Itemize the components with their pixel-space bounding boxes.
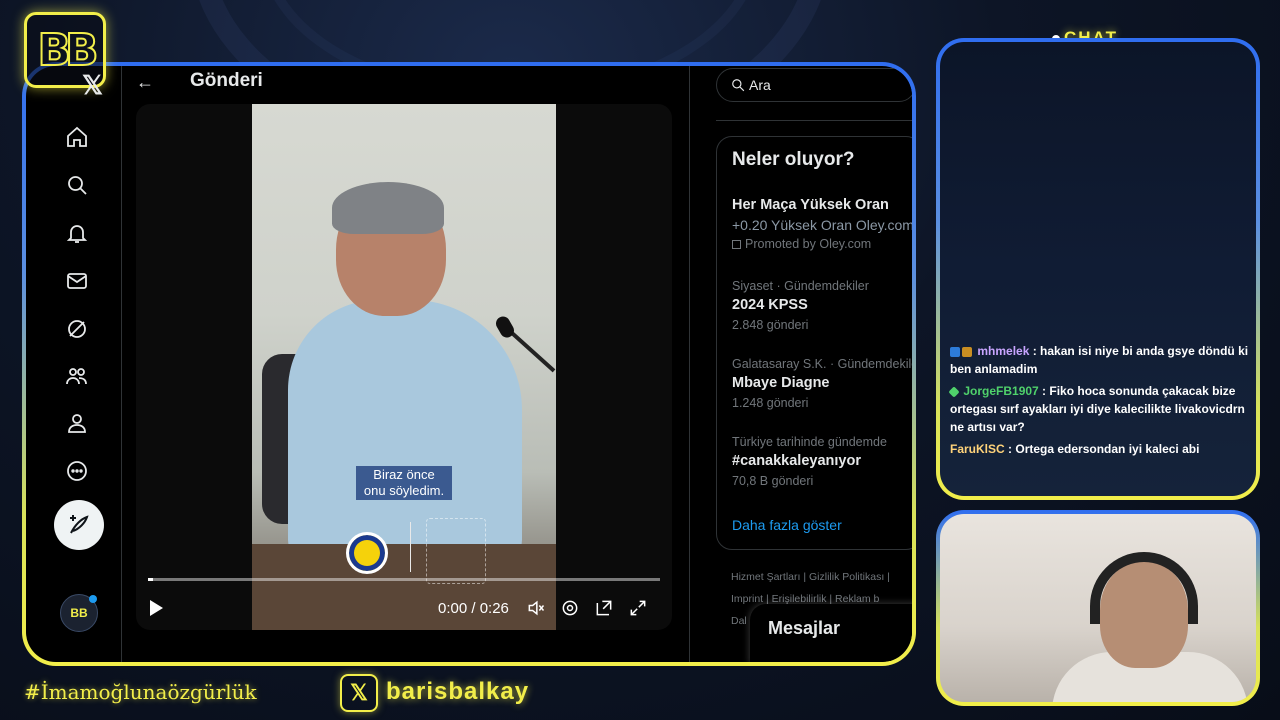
- compose-post-button[interactable]: [54, 500, 104, 550]
- account-avatar[interactable]: BB: [60, 594, 98, 632]
- more-icon[interactable]: [58, 452, 96, 490]
- promoted-icon: [732, 240, 741, 250]
- search-icon: [731, 78, 745, 97]
- page-title: Gönderi: [190, 70, 263, 91]
- post-column: ← Gönderi Biraz önce onu söyledim. 0:00 …: [122, 66, 690, 662]
- settings-gear-icon[interactable]: [560, 598, 582, 620]
- chat-message: mhmelek : hakan isi niye bi anda gsye dö…: [950, 344, 1249, 376]
- webcam-feed: [940, 514, 1256, 702]
- chat-text: Ortega edersondan iyi kaleci abi: [1015, 442, 1200, 456]
- trend-item[interactable]: Siyaset · Gündemdekiler 2024 KPSS 2.848 …: [732, 277, 912, 335]
- trend-meta: Galatasaray S.K. · Gündemdekiler: [732, 357, 912, 371]
- video-progress-fill: [148, 578, 154, 581]
- subtitle-line-2: onu söyledim.: [363, 483, 445, 498]
- search-placeholder: Ara: [749, 77, 771, 93]
- messages-drawer[interactable]: Mesajlar: [750, 604, 912, 662]
- trend-name: #canakkaleyanıyor: [732, 453, 861, 469]
- video-time: 0:00 / 0:26: [438, 600, 509, 617]
- trend-item-promoted[interactable]: Her Maça Yüksek Oran +0.20 Yüksek Oran O…: [732, 195, 912, 253]
- video-subtitle: Biraz önce onu söyledim.: [356, 466, 452, 500]
- divider: [716, 120, 912, 121]
- messages-label: Mesajlar: [768, 618, 841, 638]
- trend-meta: Türkiye tarihinde gündemde: [732, 435, 887, 449]
- trend-name: Mbaye Diagne: [732, 375, 830, 391]
- show-more-link[interactable]: Daha fazla göster: [732, 517, 842, 533]
- fenerbahce-crest-icon: [346, 532, 388, 574]
- chat-panel-frame: mhmelek : hakan isi niye bi anda gsye dö…: [936, 38, 1260, 500]
- volume-icon[interactable]: [526, 598, 548, 620]
- diamond-badge-icon: [948, 386, 960, 398]
- profile-icon[interactable]: [58, 404, 96, 442]
- notification-dot: [89, 595, 97, 603]
- feather-plus-icon: [70, 515, 89, 534]
- post-header: ← Gönderi: [122, 66, 689, 102]
- person-hair: [332, 182, 444, 234]
- trend-name: Her Maça Yüksek Oran: [732, 197, 889, 213]
- chat-message: FaruKlSC : Ortega edersondan iyi kaleci …: [950, 442, 1200, 456]
- chat-message: JorgeFB1907 : Fiko hoca sonunda çakacak …: [948, 384, 1245, 434]
- trend-count: 2.848 gönderi: [732, 318, 809, 332]
- fullscreen-icon[interactable]: [628, 598, 650, 620]
- chat-username[interactable]: JorgeFB1907: [963, 384, 1038, 398]
- trend-meta: Siyaset · Gündemdekiler: [732, 279, 869, 293]
- search-icon[interactable]: [58, 166, 96, 204]
- trend-item[interactable]: Galatasaray S.K. · Gündemdekiler Mbaye D…: [732, 355, 912, 413]
- mail-icon[interactable]: [58, 262, 96, 300]
- left-nav: BB: [26, 66, 122, 662]
- trend-count: 1.248 gönderi: [732, 396, 809, 410]
- hashtag-text: #İmamoğlunaözgürlük: [24, 680, 257, 704]
- home-icon[interactable]: [58, 118, 96, 156]
- video-player[interactable]: Biraz önce onu söyledim. 0:00 / 0:26: [136, 104, 672, 630]
- video-progress-bar[interactable]: [148, 578, 660, 581]
- sub-badge-icon: [950, 346, 960, 357]
- bell-icon[interactable]: [58, 214, 96, 252]
- social-handle: barisbalkay: [386, 678, 530, 705]
- right-sidebar: Ara Neler oluyor? Her Maça Yüksek Oran +…: [706, 66, 912, 662]
- chat-messages: mhmelek : hakan isi niye bi anda gsye dö…: [948, 342, 1250, 462]
- trend-count: 70,8 B gönderi: [732, 474, 814, 488]
- play-icon[interactable]: [150, 600, 163, 616]
- headset-icon: [1090, 552, 1198, 624]
- x-logo-icon[interactable]: 𝕏: [82, 70, 103, 101]
- trends-title: Neler oluyor?: [732, 149, 855, 170]
- crown-badge-icon: [962, 346, 972, 357]
- footer-line-1[interactable]: Hizmet Şartları | Gizlilik Politikası |: [731, 566, 912, 588]
- trends-panel: Neler oluyor? Her Maça Yüksek Oran +0.20…: [716, 136, 912, 550]
- main-screen-frame: 𝕏 BB ← Gönderi Biraz önce onu söyledim. …: [22, 62, 916, 666]
- chat-username[interactable]: FaruKlSC: [950, 442, 1005, 456]
- chat-panel: mhmelek : hakan isi niye bi anda gsye dö…: [940, 42, 1256, 496]
- trend-item[interactable]: Türkiye tarihinde gündemde #canakkaleyan…: [732, 433, 912, 491]
- person-body: [288, 300, 522, 560]
- x-logo-icon: 𝕏: [340, 674, 378, 712]
- x-app-window: 𝕏 BB ← Gönderi Biraz önce onu söyledim. …: [26, 66, 912, 662]
- grok-icon[interactable]: [58, 310, 96, 348]
- back-arrow-icon[interactable]: ←: [136, 72, 154, 93]
- chat-username[interactable]: mhmelek: [977, 344, 1029, 358]
- webcam-frame: [936, 510, 1260, 706]
- trend-promo-text: +0.20 Yüksek Oran Oley.com: [732, 217, 912, 233]
- campaign-logo-icon: [426, 518, 486, 584]
- video-frame: Biraz önce onu söyledim.: [252, 104, 556, 630]
- search-input[interactable]: Ara: [716, 68, 912, 102]
- trend-promoted-by: Promoted by Oley.com: [732, 235, 912, 253]
- subtitle-line-1: Biraz önce: [373, 467, 435, 482]
- trend-name: 2024 KPSS: [732, 297, 808, 313]
- picture-in-picture-icon[interactable]: [594, 598, 616, 620]
- video-controls: 0:00 / 0:26: [136, 596, 672, 626]
- logo-separator: [410, 522, 411, 572]
- communities-icon[interactable]: [58, 357, 96, 395]
